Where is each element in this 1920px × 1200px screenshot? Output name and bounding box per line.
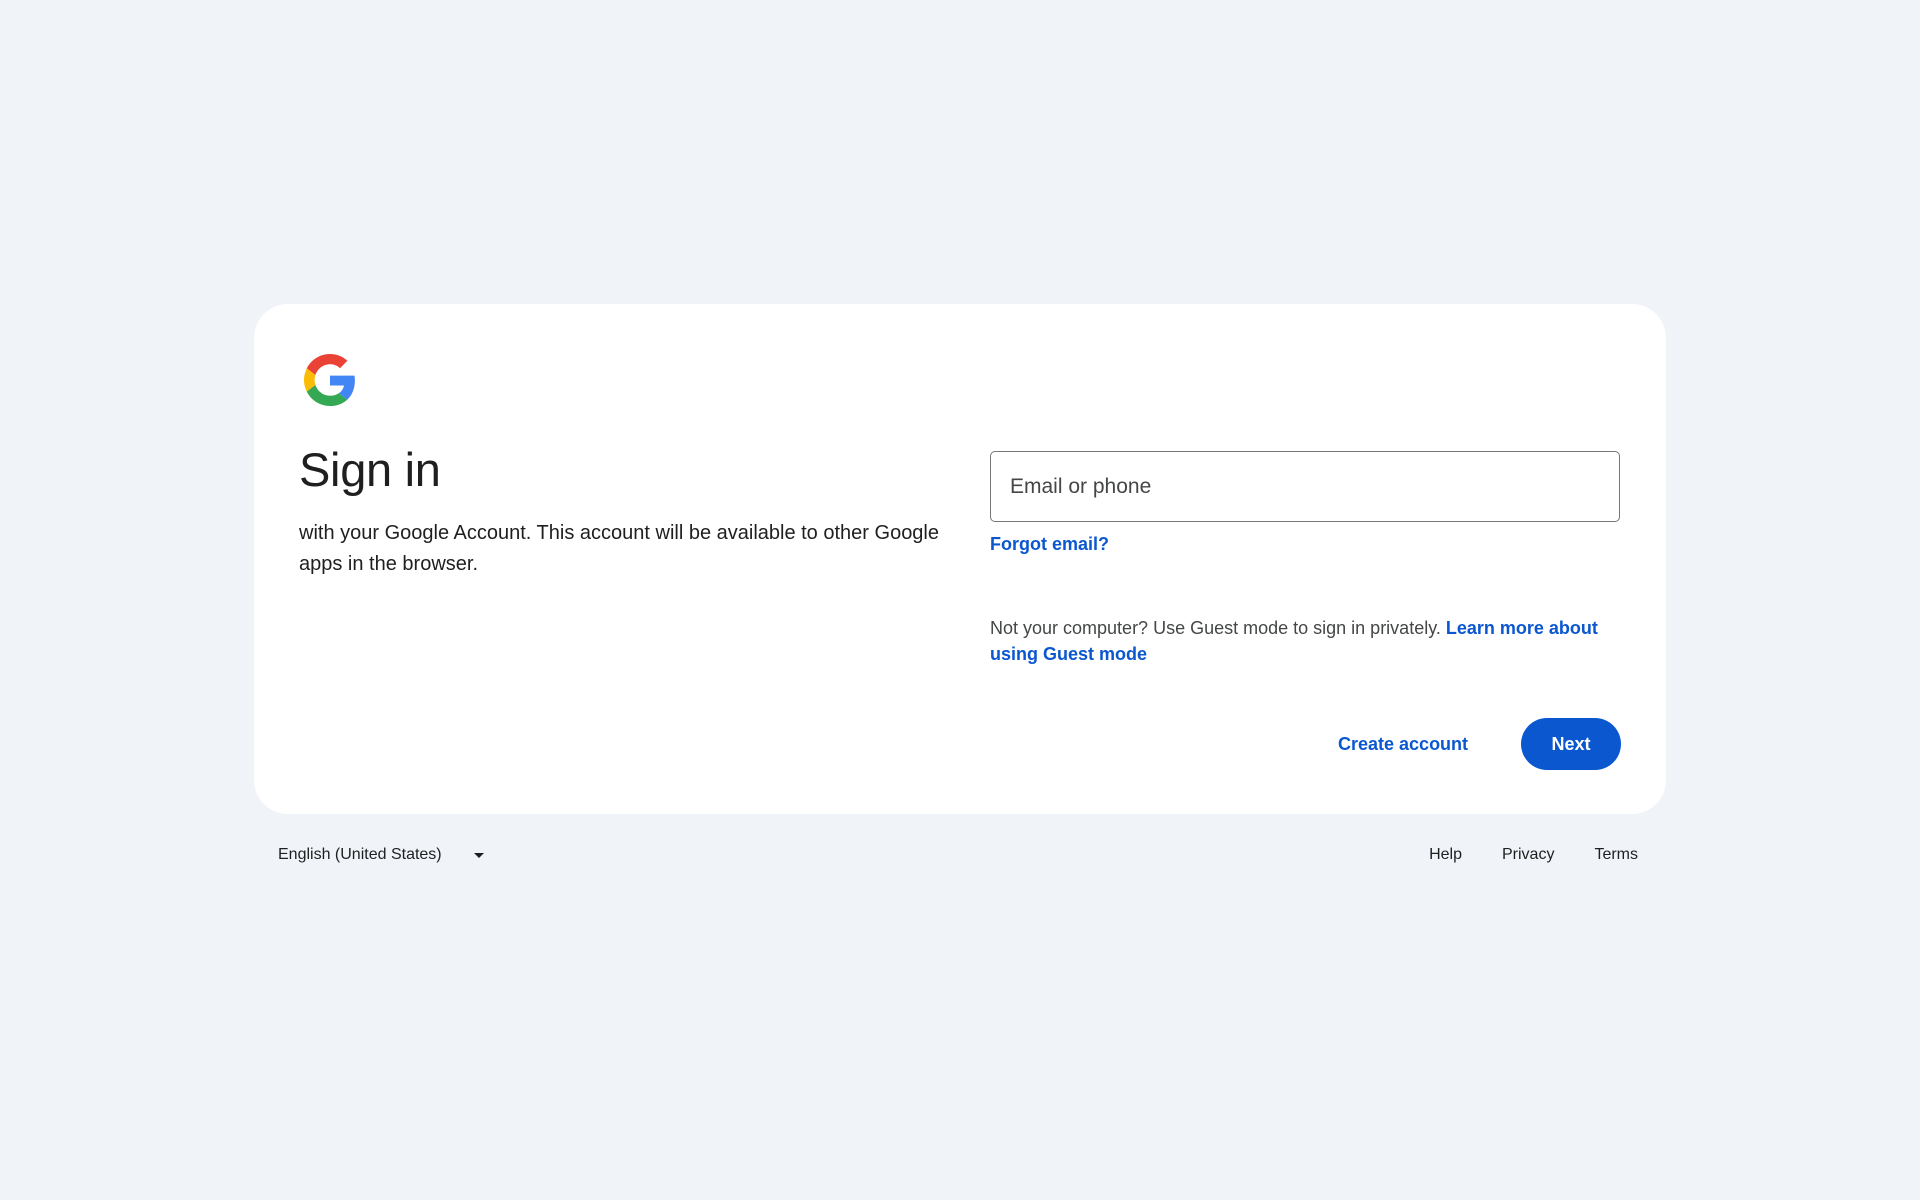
google-logo-icon [304,354,356,406]
language-selector[interactable]: English (United States) [266,830,496,880]
terms-link[interactable]: Terms [1574,846,1658,864]
help-link[interactable]: Help [1409,846,1482,864]
footer: English (United States) Help Privacy Ter… [254,830,1666,880]
privacy-link[interactable]: Privacy [1482,846,1574,864]
footer-links: Help Privacy Terms [1409,830,1658,880]
forgot-email-link[interactable]: Forgot email? [990,534,1109,555]
create-account-button[interactable]: Create account [1320,718,1486,770]
guest-mode-notice: Not your computer? Use Guest mode to sig… [990,615,1620,667]
caret-down-icon [474,852,484,858]
email-input[interactable] [991,452,1619,521]
page-subtitle: with your Google Account. This account w… [299,522,939,575]
language-label: English (United States) [278,846,442,863]
guest-mode-text: Not your computer? Use Guest mode to sig… [990,618,1441,638]
page-title: Sign in [299,443,441,496]
signin-card: Sign in with your Google Account. This a… [254,304,1666,814]
email-field-container[interactable] [990,451,1620,522]
next-button[interactable]: Next [1521,718,1621,770]
